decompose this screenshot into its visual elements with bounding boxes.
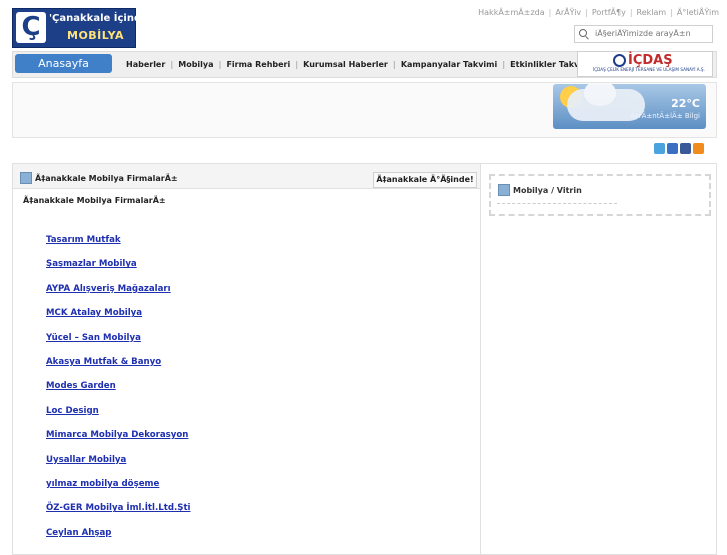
company-link[interactable]: Modes Garden [46, 381, 191, 405]
logo-title: 'Çanakkale İçinde' [49, 13, 151, 24]
divider [497, 203, 617, 204]
nav-campaigns[interactable]: Kampanyalar Takvimi [396, 60, 502, 69]
sponsor-tagline: İÇDAŞ ÇELİK ENERJİ TERSANE VE ULAŞIM SAN… [593, 67, 705, 72]
company-link[interactable]: yılmaz mobilya döşeme [46, 479, 191, 503]
nav-directory[interactable]: Firma Rehberi [221, 60, 295, 69]
search-icon[interactable] [579, 29, 587, 37]
delicious-icon[interactable] [667, 143, 678, 154]
panel-header: Ã‡anakkale Mobilya FirmalarÄ± Ã‡anakkale… [13, 164, 480, 189]
canakkale-icinde-button[interactable]: Ã‡anakkale Ä°Ã§inde! [373, 172, 477, 188]
company-link[interactable]: AYPA Alışveriş Mağazaları [46, 284, 191, 308]
site-logo[interactable]: Ç 'Çanakkale İçinde' MOBİLYA [12, 8, 151, 48]
nav-home[interactable]: Anasayfa [15, 54, 112, 73]
company-link[interactable]: MCK Atalay Mobilya [46, 308, 191, 332]
link-contact[interactable]: Ä°letiÅŸim [677, 8, 719, 17]
company-list: Tasarım Mutfak Şaşmazlar Mobilya AYPA Al… [46, 235, 191, 552]
link-ads[interactable]: Reklam [637, 8, 667, 17]
rss-icon[interactable] [693, 143, 704, 154]
facebook-icon[interactable] [680, 143, 691, 154]
search-box [574, 25, 713, 43]
company-link[interactable]: Ceylan Ahşap [46, 528, 191, 552]
company-link[interactable]: ÖZ-GER Mobilya İml.İtl.Ltd.Şti [46, 503, 191, 527]
twitter-icon[interactable] [654, 143, 665, 154]
company-link[interactable]: Loc Design [46, 406, 191, 430]
company-link[interactable]: Yücel – San Mobilya [46, 333, 191, 357]
sponsor-name: İÇDAŞ [628, 53, 673, 68]
vitrin-box: Mobilya / Vitrin [489, 174, 711, 216]
vitrin-title: Mobilya / Vitrin [513, 186, 582, 195]
nav-news[interactable]: Haberler [121, 60, 170, 69]
company-link[interactable]: Mimarca Mobilya Dekorasyon [46, 430, 191, 454]
company-link[interactable]: Tasarım Mutfak [46, 235, 191, 259]
company-list-panel: Ã‡anakkale Mobilya FirmalarÄ± Ã‡anakkale… [12, 163, 481, 555]
link-archive[interactable]: ArÅŸiv [555, 8, 581, 17]
logo-mark: Ç [16, 12, 46, 43]
company-link[interactable]: Akasya Mutfak & Banyo [46, 357, 191, 381]
sponsor-logo-icon [613, 54, 626, 67]
breadcrumb: Ã‡anakkale Mobilya FirmalarÄ± [23, 196, 166, 205]
social-icons [654, 143, 704, 154]
search-input[interactable] [595, 27, 707, 39]
panel-title: Ã‡anakkale Mobilya FirmalarÄ± [35, 174, 178, 183]
folder-icon [498, 184, 510, 196]
logo-subtitle: MOBİLYA [67, 29, 124, 42]
weather-temperature: 22°C [671, 97, 700, 110]
weather-widget[interactable]: 22°C AyrÄ±ntÄ±lÄ± Bilgi [553, 84, 706, 129]
sidebar-panel: Mobilya / Vitrin [480, 163, 717, 555]
link-about[interactable]: HakkÄ±mÄ±zda [478, 8, 545, 17]
nav-furniture[interactable]: Mobilya [173, 60, 218, 69]
link-portfolio[interactable]: PortfÃ¶y [592, 8, 626, 17]
company-link[interactable]: Şaşmazlar Mobilya [46, 259, 191, 283]
nav-corporate-news[interactable]: Kurumsal Haberler [298, 60, 393, 69]
sponsor-banner[interactable]: İÇDAŞ İÇDAŞ ÇELİK ENERJİ TERSANE VE ULAŞ… [577, 51, 713, 77]
weather-details-link[interactable]: AyrÄ±ntÄ±lÄ± Bilgi [630, 112, 700, 120]
top-links: HakkÄ±mÄ±zda | ArÅŸiv | PortfÃ¶y | Reklam | Ä°le… [478, 8, 719, 17]
folder-icon [20, 172, 32, 184]
company-link[interactable]: Uysallar Mobilya [46, 455, 191, 479]
